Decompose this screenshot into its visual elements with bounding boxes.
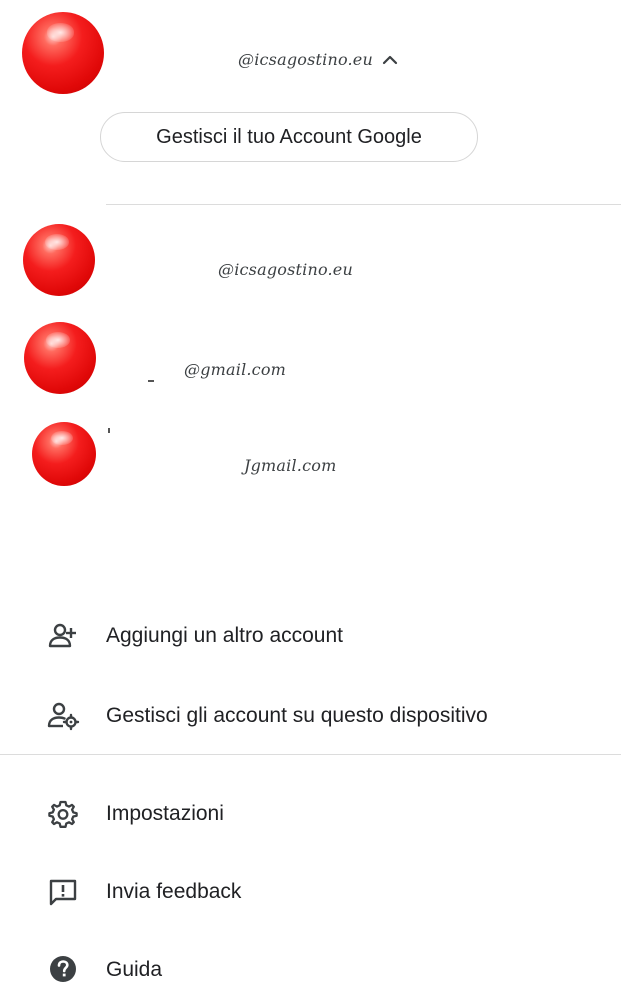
manage-google-account-button[interactable]: Gestisci il tuo Account Google [100,112,478,162]
send-feedback-label: Invia feedback [106,880,242,903]
redaction-mark [108,428,110,433]
help-label: Guida [106,958,163,981]
account-email: @gmail.com [184,360,287,379]
account-row[interactable]: @gmail.com [0,320,621,410]
manage-device-accounts-item[interactable]: Gestisci gli account su questo dispositi… [0,688,621,744]
account-email: @icsagostino.eu [218,260,353,279]
gear-icon [48,800,78,828]
header-divider [106,204,621,205]
account-avatar [23,224,95,296]
feedback-icon [49,879,77,906]
account-email: Jgmail.com [244,456,337,475]
account-row[interactable]: @icsagostino.eu [0,222,621,312]
person-add-icon [48,623,76,648]
add-account-item[interactable]: Aggiungi un altro account [0,608,621,664]
help-item[interactable]: Guida [0,942,621,998]
account-avatar [32,422,96,486]
account-row[interactable]: Jgmail.com [0,418,621,508]
settings-label: Impostazioni [106,802,224,825]
manage-accounts-icon [47,702,80,731]
menu-divider [0,754,621,755]
account-avatar [24,322,96,394]
current-account-avatar[interactable] [22,12,104,94]
send-feedback-item[interactable]: Invia feedback [0,864,621,920]
add-account-label: Aggiungi un altro account [106,624,343,647]
current-account-email: @icsagostino.eu [238,50,373,69]
chevron-up-icon[interactable] [381,52,399,66]
settings-item[interactable]: Impostazioni [0,786,621,842]
help-icon [50,956,76,982]
redaction-mark [148,380,154,382]
manage-device-accounts-label: Gestisci gli account su questo dispositi… [106,704,488,727]
